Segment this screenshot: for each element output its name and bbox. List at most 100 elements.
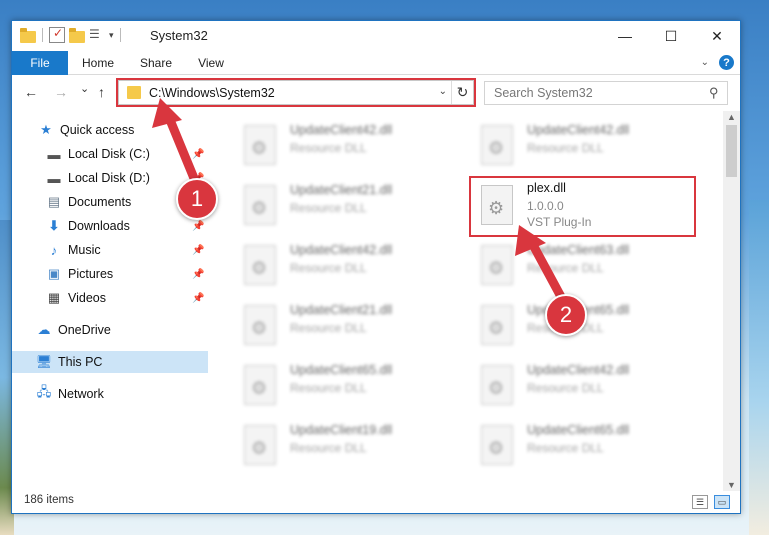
- search-box[interactable]: Search System32 ⚲: [484, 81, 728, 105]
- file-name: UpdateClient21.dll: [290, 183, 393, 197]
- dll-file-icon: [244, 125, 276, 165]
- file-name: UpdateClient63.dll: [527, 243, 630, 257]
- pin-icon[interactable]: 📌: [192, 245, 204, 256]
- sidebar-item-quick-access[interactable]: ★ Quick access: [12, 119, 208, 141]
- dll-file-icon: [481, 305, 513, 345]
- sidebar-item-label: Network: [58, 387, 104, 401]
- sidebar-item-label: Local Disk (D:): [68, 171, 150, 185]
- sidebar-item-downloads[interactable]: ⬇ Downloads 📌: [12, 215, 208, 237]
- list-item[interactable]: UpdateClient65.dll Resource DLL: [469, 417, 699, 473]
- item-count: 186 items: [24, 494, 74, 506]
- pin-icon[interactable]: 📌: [192, 269, 204, 280]
- tab-file[interactable]: File: [12, 51, 68, 75]
- expand-ribbon-icon[interactable]: ⌄: [701, 57, 709, 68]
- sidebar-item-label: Downloads: [68, 219, 130, 233]
- sidebar-item-network[interactable]: 🖧 Network: [12, 383, 208, 405]
- scroll-up-icon[interactable]: ▲: [727, 112, 736, 122]
- file-type: Resource DLL: [290, 321, 367, 335]
- sidebar-item-label: Pictures: [68, 267, 114, 281]
- search-input[interactable]: Search System32: [494, 86, 593, 100]
- step-marker-2: 2: [545, 294, 587, 336]
- properties-icon[interactable]: [49, 26, 65, 43]
- file-name: UpdateClient42.dll: [290, 123, 393, 137]
- new-folder-icon[interactable]: [69, 27, 85, 43]
- file-type: Resource DLL: [527, 381, 604, 395]
- pin-icon[interactable]: 📌: [192, 293, 204, 304]
- pictures-icon: ▣: [47, 266, 61, 281]
- documents-icon: ▤: [47, 194, 61, 209]
- computer-icon: 🖥: [35, 354, 53, 369]
- list-item[interactable]: UpdateClient21.dll Resource DLL: [232, 177, 462, 233]
- vertical-scrollbar[interactable]: ▲ ▼: [723, 111, 740, 491]
- maximize-button[interactable]: ☐: [648, 21, 694, 51]
- customize-toolbar-icon[interactable]: ☰: [89, 27, 105, 43]
- list-item[interactable]: UpdateClient42.dll Resource DLL: [232, 117, 462, 173]
- cloud-icon: ☁: [37, 322, 51, 337]
- list-item[interactable]: UpdateClient21.dll Resource DLL: [232, 297, 462, 353]
- tab-view[interactable]: View: [188, 51, 234, 75]
- ribbon-tabs: File Home Share View ⌄ ?: [12, 51, 740, 75]
- file-name: UpdateClient65.dll: [290, 363, 393, 377]
- recent-locations-button[interactable]: ⌄: [80, 82, 89, 95]
- file-name: UpdateClient42.dll: [290, 243, 393, 257]
- details-view-icon[interactable]: ☰: [692, 495, 708, 509]
- scroll-down-icon[interactable]: ▼: [727, 480, 736, 490]
- list-item[interactable]: UpdateClient42.dll Resource DLL: [469, 357, 699, 413]
- explorer-window: ☰ ▾ System32 — ☐ ✕ File Home Share View …: [11, 20, 741, 514]
- sidebar-item-label: Local Disk (C:): [68, 147, 150, 161]
- file-type: Resource DLL: [527, 261, 604, 275]
- tab-share[interactable]: Share: [130, 51, 182, 75]
- window-title: System32: [150, 28, 208, 43]
- sidebar-item-this-pc[interactable]: 🖥 This PC: [12, 351, 208, 373]
- pin-icon[interactable]: 📌: [192, 149, 204, 160]
- dll-file-icon: [244, 245, 276, 285]
- minimize-button[interactable]: —: [602, 21, 648, 51]
- search-icon[interactable]: ⚲: [709, 85, 719, 101]
- file-name: UpdateClient19.dll: [290, 423, 393, 437]
- step-marker-1: 1: [176, 178, 218, 220]
- file-name: UpdateClient42.dll: [527, 363, 630, 377]
- sidebar-item-pictures[interactable]: ▣ Pictures 📌: [12, 263, 208, 285]
- videos-icon: ▦: [47, 290, 61, 305]
- sidebar-item-label: Videos: [68, 291, 106, 305]
- scrollbar-thumb[interactable]: [726, 125, 737, 177]
- divider: [119, 28, 121, 42]
- pin-icon[interactable]: 📌: [192, 221, 204, 232]
- list-item[interactable]: UpdateClient42.dll Resource DLL: [232, 237, 462, 293]
- sidebar-item-music[interactable]: ♪ Music 📌: [12, 239, 208, 261]
- up-button[interactable]: ↑: [98, 84, 105, 100]
- dll-file-icon: [481, 425, 513, 465]
- file-type: Resource DLL: [290, 381, 367, 395]
- sidebar-item-local-disk-c[interactable]: ▬ Local Disk (C:) 📌: [12, 143, 208, 165]
- dll-file-icon: [481, 245, 513, 285]
- tiles-view-icon[interactable]: ▭: [714, 495, 730, 509]
- music-icon: ♪: [50, 242, 58, 258]
- file-type: Resource DLL: [290, 261, 367, 275]
- divider: [42, 28, 43, 42]
- navigation-pane: ★ Quick access ▬ Local Disk (C:) 📌 ▬ Loc…: [12, 111, 208, 491]
- list-item[interactable]: UpdateClient63.dll Resource DLL: [469, 237, 699, 293]
- tab-home[interactable]: Home: [72, 51, 124, 75]
- list-item[interactable]: UpdateClient42.dll Resource DLL: [469, 117, 699, 173]
- sidebar-item-onedrive[interactable]: ☁ OneDrive: [12, 319, 208, 341]
- dropdown-arrow-icon[interactable]: ▾: [109, 30, 114, 41]
- file-type: Resource DLL: [527, 141, 604, 155]
- list-item[interactable]: UpdateClient19.dll Resource DLL: [232, 417, 462, 473]
- sidebar-item-local-disk-d[interactable]: ▬ Local Disk (D:) 📌: [12, 167, 208, 189]
- sidebar-item-label: Music: [68, 243, 101, 257]
- close-button[interactable]: ✕: [694, 21, 740, 51]
- navigation-bar: ← → ⌄ ↑ C:\Windows\System32 ⌄ ↻ Search S…: [12, 76, 740, 110]
- help-icon[interactable]: ?: [719, 55, 734, 70]
- sidebar-item-videos[interactable]: ▦ Videos 📌: [12, 287, 208, 309]
- file-type: Resource DLL: [290, 201, 367, 215]
- file-name: UpdateClient65.dll: [527, 423, 630, 437]
- file-type: Resource DLL: [527, 441, 604, 455]
- desktop-background-right: [749, 200, 769, 535]
- folder-icon: [20, 27, 36, 43]
- file-type: Resource DLL: [290, 441, 367, 455]
- address-highlight-box: [116, 78, 476, 107]
- back-button[interactable]: ←: [24, 84, 38, 100]
- forward-button[interactable]: →: [54, 84, 68, 100]
- sidebar-item-label: This PC: [58, 355, 103, 369]
- list-item[interactable]: UpdateClient65.dll Resource DLL: [232, 357, 462, 413]
